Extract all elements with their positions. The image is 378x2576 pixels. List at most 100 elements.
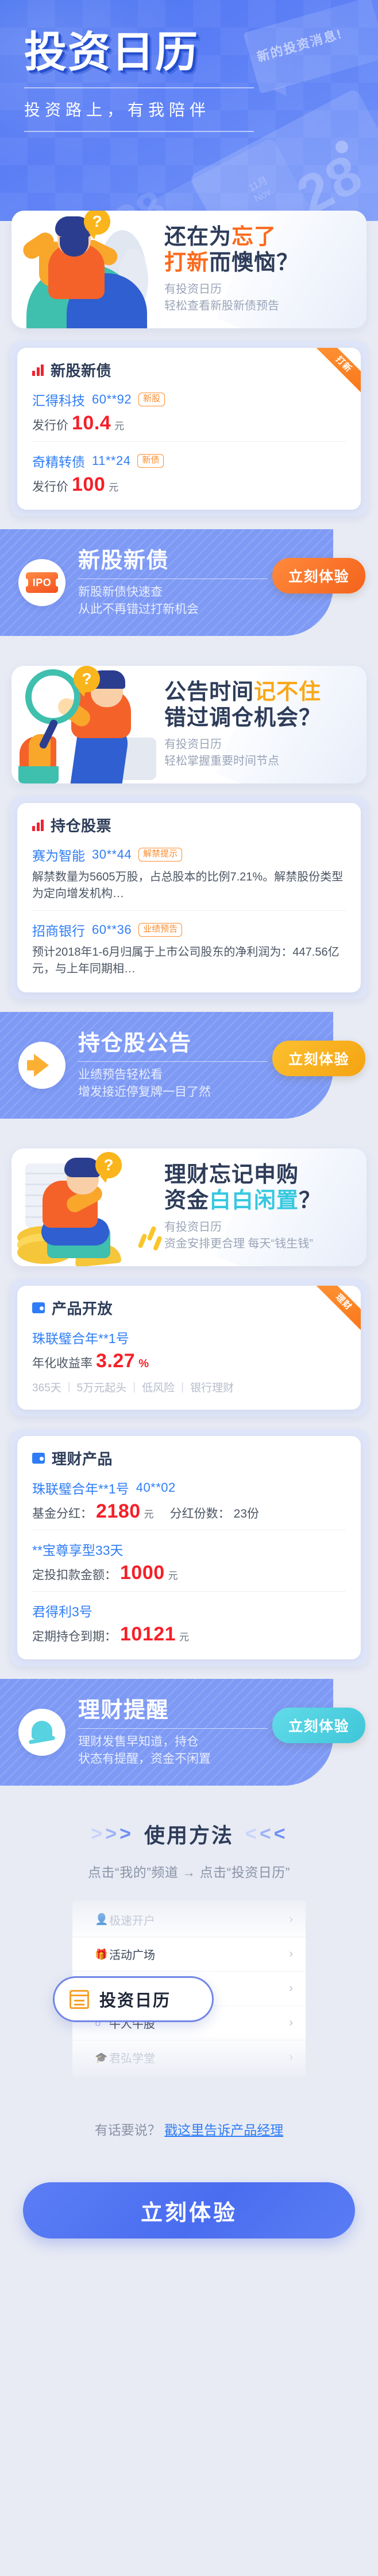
product-meta-item: 银行理财 — [190, 1382, 234, 1394]
feature-band-para-1-line2: 从此不再错过打新机会 — [78, 602, 199, 616]
hook-h1-highlight-2: 记不住 — [254, 680, 322, 704]
card-header-product-open: 产品开放 — [32, 1297, 346, 1318]
card-title-product-open: 产品开放 — [52, 1300, 113, 1317]
list-item-label: 君弘学堂 — [109, 2053, 155, 2065]
calendar-icon — [70, 1989, 89, 2009]
product-row[interactable]: 珠联璧合年**1号 年化收益率 3.27 % 365天 | 5万元起头 | 低风… — [32, 1322, 346, 1397]
hero-divider-top — [24, 87, 254, 88]
corner-badge-label-3: 理财 — [310, 1286, 361, 1336]
product-row[interactable]: 珠联璧合年**1号 40**02 基金分红： 2180 元 分红份数： 23份 — [32, 1472, 346, 1524]
list-item[interactable]: 极速开户 › — [72, 1903, 306, 1937]
hook-card-3: ? 理财忘记申购 资金白白闲置？ 有投资日历 资金安排更合理 每天“钱生钱” — [11, 1149, 367, 1266]
chevron-right-icon: › — [289, 1982, 293, 1995]
card-new-stock-bond[interactable]: 打新 新股新债 汇得科技 60**92 新股 发行价 10.4 元 奇精转债 1… — [17, 348, 361, 510]
card-tray-wealth-products: 理财产品 珠联璧合年**1号 40**02 基金分红： 2180 元 分红份数：… — [10, 1429, 368, 1666]
product-row-head: 珠联璧合年**1号 — [32, 1328, 346, 1347]
status-badge: 解禁提示 — [138, 848, 183, 862]
stock-row-head: 招商银行 60**36 业绩预告 — [32, 920, 346, 940]
feedback-link[interactable]: 戳这里告诉产品经理 — [164, 2123, 283, 2137]
price-unit: 元 — [109, 482, 119, 493]
card-holdings-stocks[interactable]: 持仓股票 赛为智能 30**44 解禁提示 解禁数量为5605万股，占总股本的比… — [17, 803, 361, 992]
hook-text-2: 公告时间记不住 错过调仓机会？ 有投资日历 轻松掌握重要时间节点 — [162, 680, 321, 770]
rate-label: 年化收益率 — [32, 1357, 92, 1370]
hero-content: 投资日历 投资路上，有我陪伴 — [0, 0, 378, 132]
illustration-man-coins: ? — [11, 1149, 162, 1266]
card-tray-holdings: 持仓股票 赛为智能 30**44 解禁提示 解禁数量为5605万股，占总股本的比… — [10, 796, 368, 999]
stock-name: 赛为智能 — [32, 848, 85, 863]
price-unit: 元 — [114, 421, 125, 432]
cta-button-wealth[interactable]: 立刻体验 — [272, 1708, 365, 1743]
stock-code: 30**44 — [92, 847, 132, 862]
card-wealth-products[interactable]: 理财产品 珠联璧合年**1号 40**02 基金分红： 2180 元 分红份数：… — [17, 1436, 361, 1659]
product-meta-item: 低风险 — [142, 1382, 175, 1394]
chevron-left-icon: < < < — [245, 1823, 287, 1845]
hook-h1-pre-2: 公告时间 — [164, 680, 254, 704]
card-tray-product-open: 理财 产品开放 珠联璧合年**1号 年化收益率 3.27 % 365天 | 5万… — [10, 1279, 368, 1417]
chevron-right-icon: › — [289, 2016, 293, 2029]
amount-unit: 元 — [144, 1509, 154, 1520]
hook-h2-pre-3: 资金 — [164, 1188, 210, 1213]
list-item[interactable]: 活动广场 › — [72, 1937, 306, 1972]
stock-row[interactable]: 赛为智能 30**44 解禁提示 解禁数量为5605万股，占总股本的比例7.21… — [32, 839, 346, 905]
card-header-wealth: 理财产品 — [32, 1448, 346, 1469]
stock-name: 奇精转债 — [32, 455, 85, 470]
stock-name: 招商银行 — [32, 924, 85, 938]
stock-description: 预计2018年1-6月归属于上市公司股东的净利润为：447.56亿元，与上年同期… — [32, 946, 340, 975]
wallet-icon — [32, 1453, 45, 1464]
list-item-label: 活动广场 — [109, 1949, 155, 1962]
rate-value: 3.27 — [96, 1350, 136, 1372]
product-rate: 年化收益率 3.27 % — [32, 1351, 346, 1371]
graduation-cap-icon — [88, 2051, 107, 2064]
hook-para-1: 有投资日历 轻松查看新股新债预告 — [164, 281, 299, 315]
cta-button-new-stock[interactable]: 立刻体验 — [272, 558, 365, 593]
stock-row[interactable]: 汇得科技 60**92 新股 发行价 10.4 元 — [32, 384, 346, 436]
section-new-stock-bond: ? 还在为忘了 打新而懊恼？ 有投资日历 轻松查看新股新债预告 打新 新股新债 … — [0, 211, 378, 636]
page-title: 投资日历 — [24, 28, 199, 76]
hook-h1-3: 理财忘记申购 — [164, 1162, 299, 1187]
stock-row-head: 奇精转债 11**24 新债 — [32, 451, 346, 471]
hook-para-2: 有投资日历 轻松掌握重要时间节点 — [164, 736, 321, 770]
chevron-right-icon: › — [289, 2051, 293, 2063]
hook-para-3: 有投资日历 资金安排更合理 每天“钱生钱” — [164, 1219, 321, 1252]
amount-unit: 元 — [179, 1632, 190, 1643]
user-lightning-icon — [88, 1914, 109, 1926]
card-product-open[interactable]: 理财 产品开放 珠联璧合年**1号 年化收益率 3.27 % 365天 | 5万… — [17, 1286, 361, 1410]
price-value: 100 — [72, 474, 106, 495]
product-row[interactable]: 君得利3号 定期持仓到期： 10121 元 — [32, 1591, 346, 1647]
highlight-pill-investment-calendar[interactable]: 投资日历 — [53, 1976, 214, 2022]
amount-unit: 元 — [168, 1570, 178, 1581]
primary-cta-button[interactable]: 立刻体验 — [23, 2182, 355, 2239]
usage-title-row: > > > 使用方法 < < < — [0, 1819, 378, 1849]
meta-divider: | — [133, 1380, 136, 1393]
hook-para-3-line1: 有投资日历 — [164, 1221, 222, 1234]
corner-badge-label-1: 打新 — [310, 348, 361, 398]
bar-chart-icon — [32, 819, 44, 831]
bar-chart-icon — [32, 364, 44, 376]
card-header-2: 持仓股票 — [32, 814, 346, 836]
product-amount: 定投扣款金额： 1000 元 — [32, 1563, 346, 1583]
hook-heading-3: 理财忘记申购 资金白白闲置？ — [164, 1162, 321, 1214]
product-row-head: 君得利3号 — [32, 1601, 346, 1620]
stock-row[interactable]: 招商银行 60**36 业绩预告 预计2018年1-6月归属于上市公司股东的净利… — [32, 910, 346, 980]
status-badge: 业绩预告 — [138, 923, 183, 937]
shares-value: 23份 — [233, 1507, 259, 1520]
product-name: 珠联璧合年**1号 — [32, 1331, 129, 1346]
cta-button-holdings[interactable]: 立刻体验 — [272, 1041, 365, 1076]
rate-unit: % — [138, 1357, 149, 1370]
feature-band-para-2-line1: 业绩预告轻松看 — [78, 1068, 163, 1082]
product-meta-item: 5万元起头 — [76, 1382, 127, 1394]
question-bubble-icon: ? — [84, 211, 110, 239]
wallet-icon — [32, 1302, 45, 1313]
stock-row[interactable]: 奇精转债 11**24 新债 发行价 100 元 — [32, 441, 346, 497]
list-item[interactable]: 君弘学堂 › — [72, 2040, 306, 2074]
product-row[interactable]: **宝尊享型33天 定投扣款金额： 1000 元 — [32, 1530, 346, 1585]
product-code: 40**02 — [136, 1480, 176, 1495]
chevron-right-icon: › — [289, 1913, 293, 1926]
footer-prompt: 有话要说？ — [94, 2123, 161, 2137]
feature-band-body-2: 持仓股公告 业绩预告轻松看 增发接近停复牌一目了然 — [78, 1030, 268, 1100]
ipo-ticket-icon: IPO — [18, 559, 65, 606]
usage-section: > > > 使用方法 < < < 点击“我的”频道 → 点击“投资日历” 极速开… — [0, 1786, 378, 2077]
hero-banner: 28 28 11月 Nov. 新的投资消息! 投资日历 投资路上，有我陪伴 — [0, 0, 378, 221]
corner-badge-wrap-1: 打新 — [308, 348, 361, 401]
